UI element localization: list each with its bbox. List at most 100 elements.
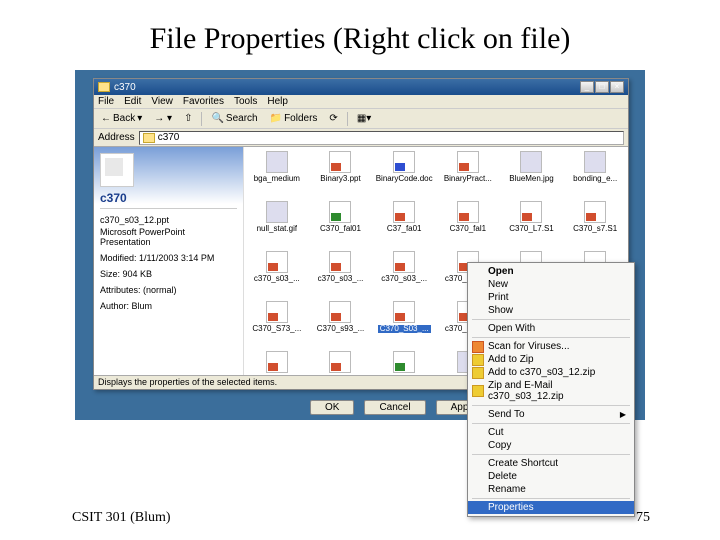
file-label: bga_medium (254, 175, 300, 183)
file-icon (393, 151, 415, 173)
file-icon (520, 151, 542, 173)
file-label: c370_s03_... (318, 275, 364, 283)
file-label: C370_L7.S1 (509, 225, 553, 233)
file-item[interactable]: c370_s03_... (373, 251, 435, 299)
file-item[interactable]: C370_fal01 (310, 201, 372, 249)
file-item[interactable]: C370_s93_... (310, 301, 372, 349)
search-button[interactable]: 🔍 Search (208, 112, 260, 125)
zip-icon (472, 367, 484, 379)
cancel-button[interactable]: Cancel (364, 400, 425, 415)
ok-button[interactable]: OK (310, 400, 354, 415)
zip-icon (472, 354, 484, 366)
file-item[interactable]: C370_s7.S1 (564, 201, 626, 249)
file-label: c370_s03_... (381, 275, 427, 283)
address-label: Address (98, 132, 135, 143)
menu-tools[interactable]: Tools (234, 96, 257, 107)
footer-course: CSIT 301 (Blum) (72, 510, 171, 526)
maximize-button[interactable]: □ (595, 81, 609, 93)
minimize-button[interactable]: _ (580, 81, 594, 93)
views-button[interactable]: ▦▾ (354, 112, 374, 125)
file-icon (266, 251, 288, 273)
ctx-zip-email[interactable]: Zip and E-Mail c370_s03_12.zip (468, 379, 634, 403)
window-title: c370 (114, 82, 136, 93)
file-icon (393, 351, 415, 373)
back-button[interactable]: ← Back ▾ (98, 112, 145, 125)
ctx-properties[interactable]: Properties (468, 501, 634, 514)
ctx-show[interactable]: Show (468, 304, 634, 317)
file-item[interactable]: c370_s03_... (246, 251, 308, 299)
detail-filetype: Microsoft PowerPoint Presentation (100, 227, 237, 247)
ctx-scan[interactable]: Scan for Viruses... (468, 340, 634, 353)
details-panel: c370 c370_s03_12.ppt Microsoft PowerPoin… (94, 147, 244, 375)
file-item[interactable]: bga_medium (246, 151, 308, 199)
file-preview-icon (100, 153, 134, 187)
file-icon (393, 251, 415, 273)
file-item[interactable]: BinaryPract... (437, 151, 499, 199)
file-label: BinaryPract... (444, 175, 492, 183)
ctx-open-with[interactable]: Open With (468, 322, 634, 335)
file-icon (329, 301, 351, 323)
forward-button[interactable]: → ▾ (151, 112, 175, 125)
detail-attributes: Attributes: (normal) (100, 285, 237, 295)
slide-title: File Properties (Right click on file) (0, 0, 720, 66)
ctx-open[interactable]: Open (468, 265, 634, 278)
up-button[interactable]: ⇧ (181, 112, 195, 125)
menu-view[interactable]: View (151, 96, 173, 107)
address-input[interactable]: c370 (139, 131, 624, 145)
close-button[interactable]: × (610, 81, 624, 93)
folders-button[interactable]: 📁 Folders (267, 112, 321, 125)
file-item[interactable]: BlueMen.jpg (501, 151, 563, 199)
ctx-send-to[interactable]: Send To▶ (468, 408, 634, 421)
address-bar: Address c370 (94, 129, 628, 147)
folder-name: c370 (100, 191, 237, 205)
file-item[interactable]: C370_S73_... (246, 301, 308, 349)
file-label: BlueMen.jpg (509, 175, 553, 183)
ctx-copy[interactable]: Copy (468, 439, 634, 452)
file-item[interactable]: null_stat.gif (246, 201, 308, 249)
folder-icon (143, 133, 155, 143)
dialog-buttons: OK Cancel Apply (310, 400, 491, 415)
file-icon (266, 151, 288, 173)
ctx-addzip[interactable]: Add to Zip (468, 353, 634, 366)
menu-file[interactable]: File (98, 96, 114, 107)
file-item[interactable]: Cables1 (373, 351, 435, 375)
ctx-new[interactable]: New (468, 278, 634, 291)
file-icon (393, 201, 415, 223)
submenu-arrow-icon: ▶ (620, 410, 626, 419)
ctx-addzip-named[interactable]: Add to c370_s03_12.zip (468, 366, 634, 379)
ctx-cut[interactable]: Cut (468, 426, 634, 439)
file-icon (520, 201, 542, 223)
shield-icon (472, 341, 484, 353)
file-label: C370_S73_... (252, 325, 301, 333)
file-item[interactable]: c370_s03.s1 (310, 351, 372, 375)
file-item[interactable]: bonding_e... (564, 151, 626, 199)
ctx-create-shortcut[interactable]: Create Shortcut (468, 457, 634, 470)
file-icon (266, 301, 288, 323)
file-icon (584, 201, 606, 223)
ctx-rename[interactable]: Rename (468, 483, 634, 496)
titlebar[interactable]: c370 _ □ × (94, 79, 628, 95)
file-item[interactable]: BinaryCode.doc (373, 151, 435, 199)
file-item[interactable]: C370_L7.S1 (501, 201, 563, 249)
file-icon (329, 351, 351, 373)
file-label: C370_s7.S1 (573, 225, 617, 233)
file-item[interactable]: c370_s03_1 (246, 351, 308, 375)
file-label: Binary3.ppt (320, 175, 360, 183)
file-item[interactable]: C370_S03_... (373, 301, 435, 349)
file-label: C370_s93_... (317, 325, 365, 333)
file-item[interactable]: C37_fa01 (373, 201, 435, 249)
context-menu: Open New Print Show Open With Scan for V… (467, 262, 635, 517)
history-button[interactable]: ⟳ (326, 112, 340, 125)
file-icon (457, 201, 479, 223)
desktop-background: c370 _ □ × File Edit View Favorites Tool… (75, 70, 645, 420)
ctx-delete[interactable]: Delete (468, 470, 634, 483)
menu-edit[interactable]: Edit (124, 96, 141, 107)
file-icon (266, 201, 288, 223)
file-item[interactable]: Binary3.ppt (310, 151, 372, 199)
file-item[interactable]: c370_s03_... (310, 251, 372, 299)
file-item[interactable]: C370_fal1 (437, 201, 499, 249)
menu-help[interactable]: Help (267, 96, 288, 107)
menu-favorites[interactable]: Favorites (183, 96, 224, 107)
ctx-print[interactable]: Print (468, 291, 634, 304)
detail-size: Size: 904 KB (100, 269, 237, 279)
